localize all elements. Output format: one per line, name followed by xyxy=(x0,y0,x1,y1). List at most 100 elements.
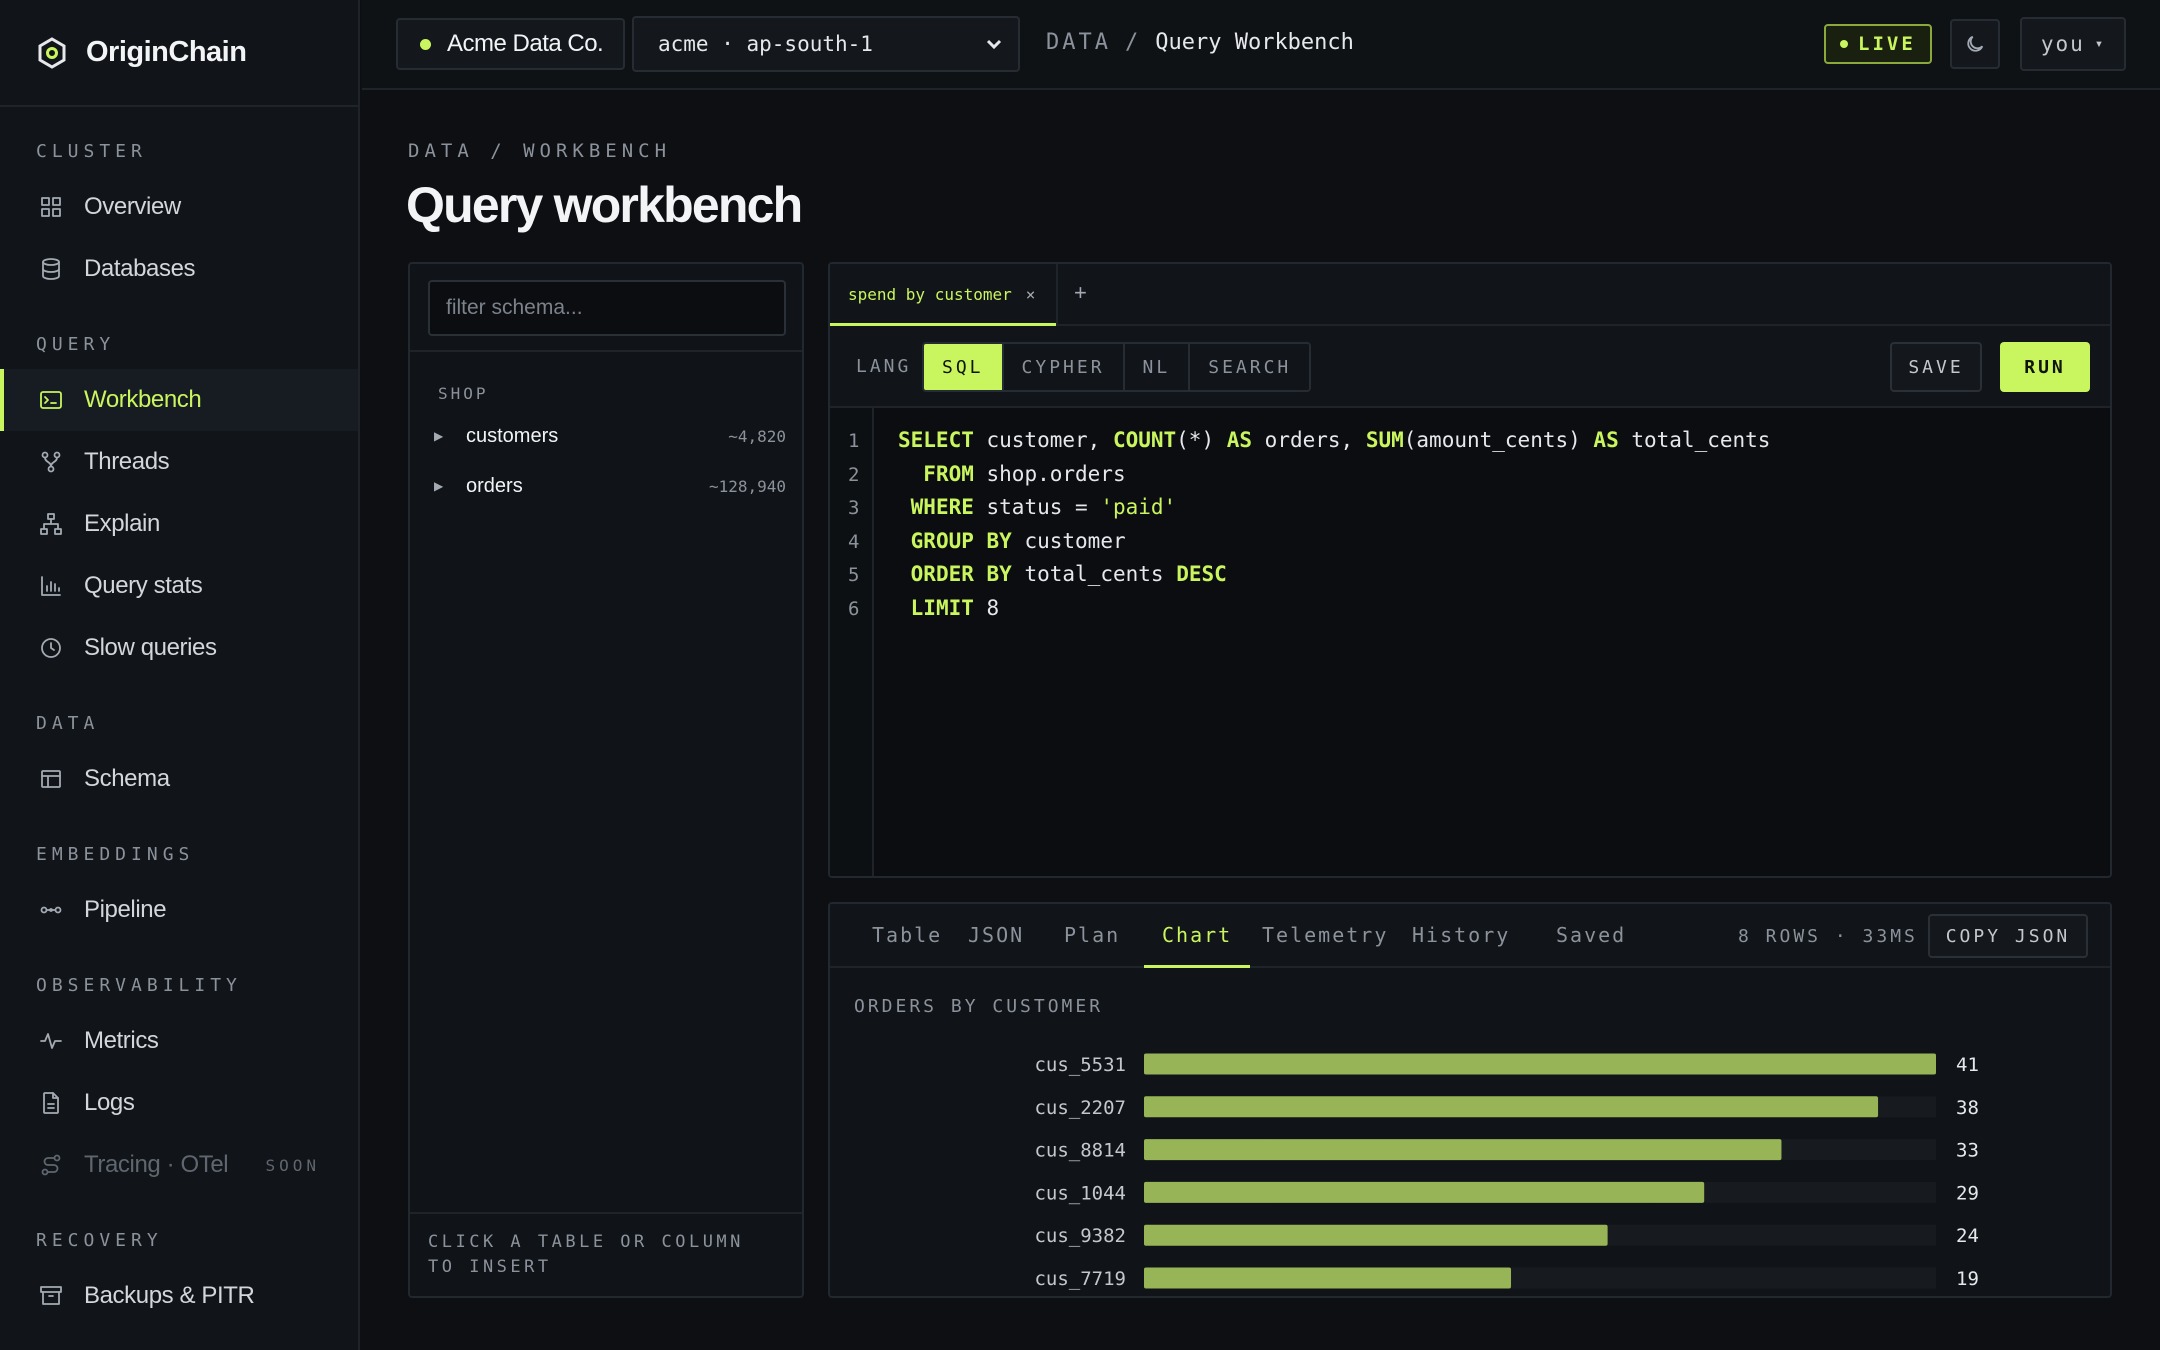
sidebar-item-tracing[interactable]: Tracing · OTel SOON xyxy=(0,1134,358,1196)
sql-text: shop.orders xyxy=(973,461,1126,486)
sidebar-item-label: Explain xyxy=(84,510,160,537)
topbar: Acme Data Co. acme · ap-south-1 DATA / Q… xyxy=(362,0,2160,90)
tab-history[interactable]: History xyxy=(1394,904,1528,966)
schema-group-label: SHOP xyxy=(438,384,489,403)
line-number: 5 xyxy=(848,564,860,587)
sidebar-item-databases[interactable]: Databases xyxy=(0,238,358,300)
sidebar-item-threads[interactable]: Threads xyxy=(0,431,358,493)
sidebar-item-slow-queries[interactable]: Slow queries xyxy=(0,617,358,679)
sidebar-item-metrics[interactable]: Metrics xyxy=(0,1010,358,1072)
sidebar-item-overview[interactable]: Overview xyxy=(0,176,358,238)
code-editor[interactable]: 1 2 3 4 5 6 SELECT customer, COUNT(*) AS orde… xyxy=(830,408,2110,876)
file-icon xyxy=(38,1090,64,1116)
org-switcher[interactable]: Acme Data Co. xyxy=(396,18,626,70)
lang-sql-button[interactable]: SQL xyxy=(924,344,1004,390)
add-tab-button[interactable]: + xyxy=(1074,280,1087,306)
live-badge: LIVE xyxy=(1824,24,1932,64)
user-label: you xyxy=(2040,32,2085,56)
bar-value: 29 xyxy=(1956,1182,1979,1204)
lang-search-button[interactable]: SEARCH xyxy=(1190,344,1310,390)
pipeline-icon xyxy=(38,897,64,923)
schema-row-count: ~128,940 xyxy=(708,476,786,496)
user-menu-button[interactable]: you ▾ xyxy=(2020,17,2126,71)
tab-saved[interactable]: Saved xyxy=(1538,904,1644,966)
brand[interactable]: OriginChain xyxy=(0,0,358,107)
bar-chart-icon xyxy=(38,573,64,599)
sidebar-item-pipeline[interactable]: Pipeline xyxy=(0,879,358,941)
tab-json[interactable]: JSON xyxy=(950,904,1042,966)
lang-cypher-button[interactable]: CYPHER xyxy=(1003,344,1125,390)
run-button[interactable]: RUN xyxy=(2000,342,2090,392)
sql-keyword: AS xyxy=(1226,428,1253,452)
nav-section-title: EMBEDDINGS xyxy=(36,844,195,865)
schema-table-orders[interactable]: ▶ orders ~128,940 xyxy=(434,466,786,506)
nav-section-query: QUERY Workbench Threads Explain Query stats S… xyxy=(0,334,358,679)
theme-toggle-button[interactable] xyxy=(1950,19,2000,69)
region-select[interactable]: acme · ap-south-1 xyxy=(632,16,1020,72)
sql-keyword: ORDER BY xyxy=(910,562,1012,587)
sql-text: status = xyxy=(973,495,1101,520)
sql-keyword: SUM xyxy=(1365,428,1404,452)
sidebar-item-explain[interactable]: Explain xyxy=(0,493,358,555)
schema-table-customers[interactable]: ▶ customers ~4,820 xyxy=(434,416,786,456)
query-tab-label: spend by customer xyxy=(848,284,1012,304)
nav-section-recovery: RECOVERY Backups & PITR xyxy=(0,1230,358,1327)
sql-text: 8 xyxy=(973,596,1000,620)
bar-cus_7719[interactable] xyxy=(1144,1267,1512,1289)
bar-label: cus_7719 xyxy=(1034,1268,1126,1290)
sql-keyword: WHERE xyxy=(910,495,974,520)
tab-table[interactable]: Table xyxy=(854,904,960,966)
bar-cus_2207[interactable] xyxy=(1144,1096,1879,1118)
sidebar-item-label: Workbench xyxy=(84,386,202,413)
code-line: FROM shop.orders xyxy=(898,461,1126,486)
region-value: acme · ap-south-1 xyxy=(658,32,873,56)
query-tab[interactable]: spend by customer × xyxy=(830,264,1058,326)
bar-cus_8814[interactable] xyxy=(1144,1139,1782,1161)
schema-table-name: orders xyxy=(466,474,523,497)
bar-label: cus_8814 xyxy=(1034,1140,1126,1162)
nav-section-cluster: CLUSTER Overview Databases xyxy=(0,141,358,300)
results-panel: 8 ROWS · 33MS COPY JSON Table JSON Plan Cha… xyxy=(828,902,2112,1298)
code-line: LIMIT 8 xyxy=(898,596,1000,620)
sql-keyword: GROUP BY xyxy=(910,528,1012,553)
schema-row-count: ~4,820 xyxy=(728,426,786,446)
line-gutter: 1 2 3 4 5 6 xyxy=(830,408,874,876)
tab-telemetry[interactable]: Telemetry xyxy=(1244,904,1406,966)
brand-name: OriginChain xyxy=(86,36,247,68)
sidebar-item-label: Tracing · OTel xyxy=(84,1151,229,1178)
terminal-icon xyxy=(38,387,64,413)
close-icon[interactable]: × xyxy=(1026,285,1036,304)
sidebar-item-workbench[interactable]: Workbench xyxy=(0,369,358,431)
sidebar-item-logs[interactable]: Logs xyxy=(0,1072,358,1134)
schema-table-name: customers xyxy=(466,424,559,447)
save-button[interactable]: SAVE xyxy=(1890,342,1982,392)
bar-value: 19 xyxy=(1956,1268,1979,1290)
breadcrumb-section[interactable]: DATA xyxy=(1046,30,1111,55)
sql-text: customer xyxy=(1011,528,1126,553)
nav-section-data: DATA Schema xyxy=(0,713,358,810)
sidebar-item-schema[interactable]: Schema xyxy=(0,748,358,810)
org-name: Acme Data Co. xyxy=(447,30,604,57)
tab-plan[interactable]: Plan xyxy=(1046,904,1138,966)
divider xyxy=(410,350,802,352)
bar-cus_9382[interactable] xyxy=(1144,1224,1608,1246)
bar-cus_1044[interactable] xyxy=(1144,1181,1705,1203)
sidebar-item-backups[interactable]: Backups & PITR xyxy=(0,1265,358,1327)
lang-nl-button[interactable]: NL xyxy=(1124,344,1191,390)
expand-triangle-icon[interactable]: ▶ xyxy=(434,479,448,493)
schema-filter-input[interactable] xyxy=(428,280,786,336)
bar-cus_5531[interactable] xyxy=(1144,1053,1936,1075)
archive-icon xyxy=(38,1283,64,1309)
sql-keyword: COUNT xyxy=(1112,428,1177,452)
sidebar-item-query-stats[interactable]: Query stats xyxy=(0,555,358,617)
clock-icon xyxy=(38,635,64,661)
tab-chart[interactable]: Chart xyxy=(1144,904,1251,968)
copy-json-button[interactable]: COPY JSON xyxy=(1928,914,2088,958)
nav-section-title: DATA xyxy=(36,713,100,734)
sidebar-item-label: Pipeline xyxy=(84,896,167,923)
sql-keyword: SELECT xyxy=(898,428,974,452)
expand-triangle-icon[interactable]: ▶ xyxy=(434,429,448,443)
